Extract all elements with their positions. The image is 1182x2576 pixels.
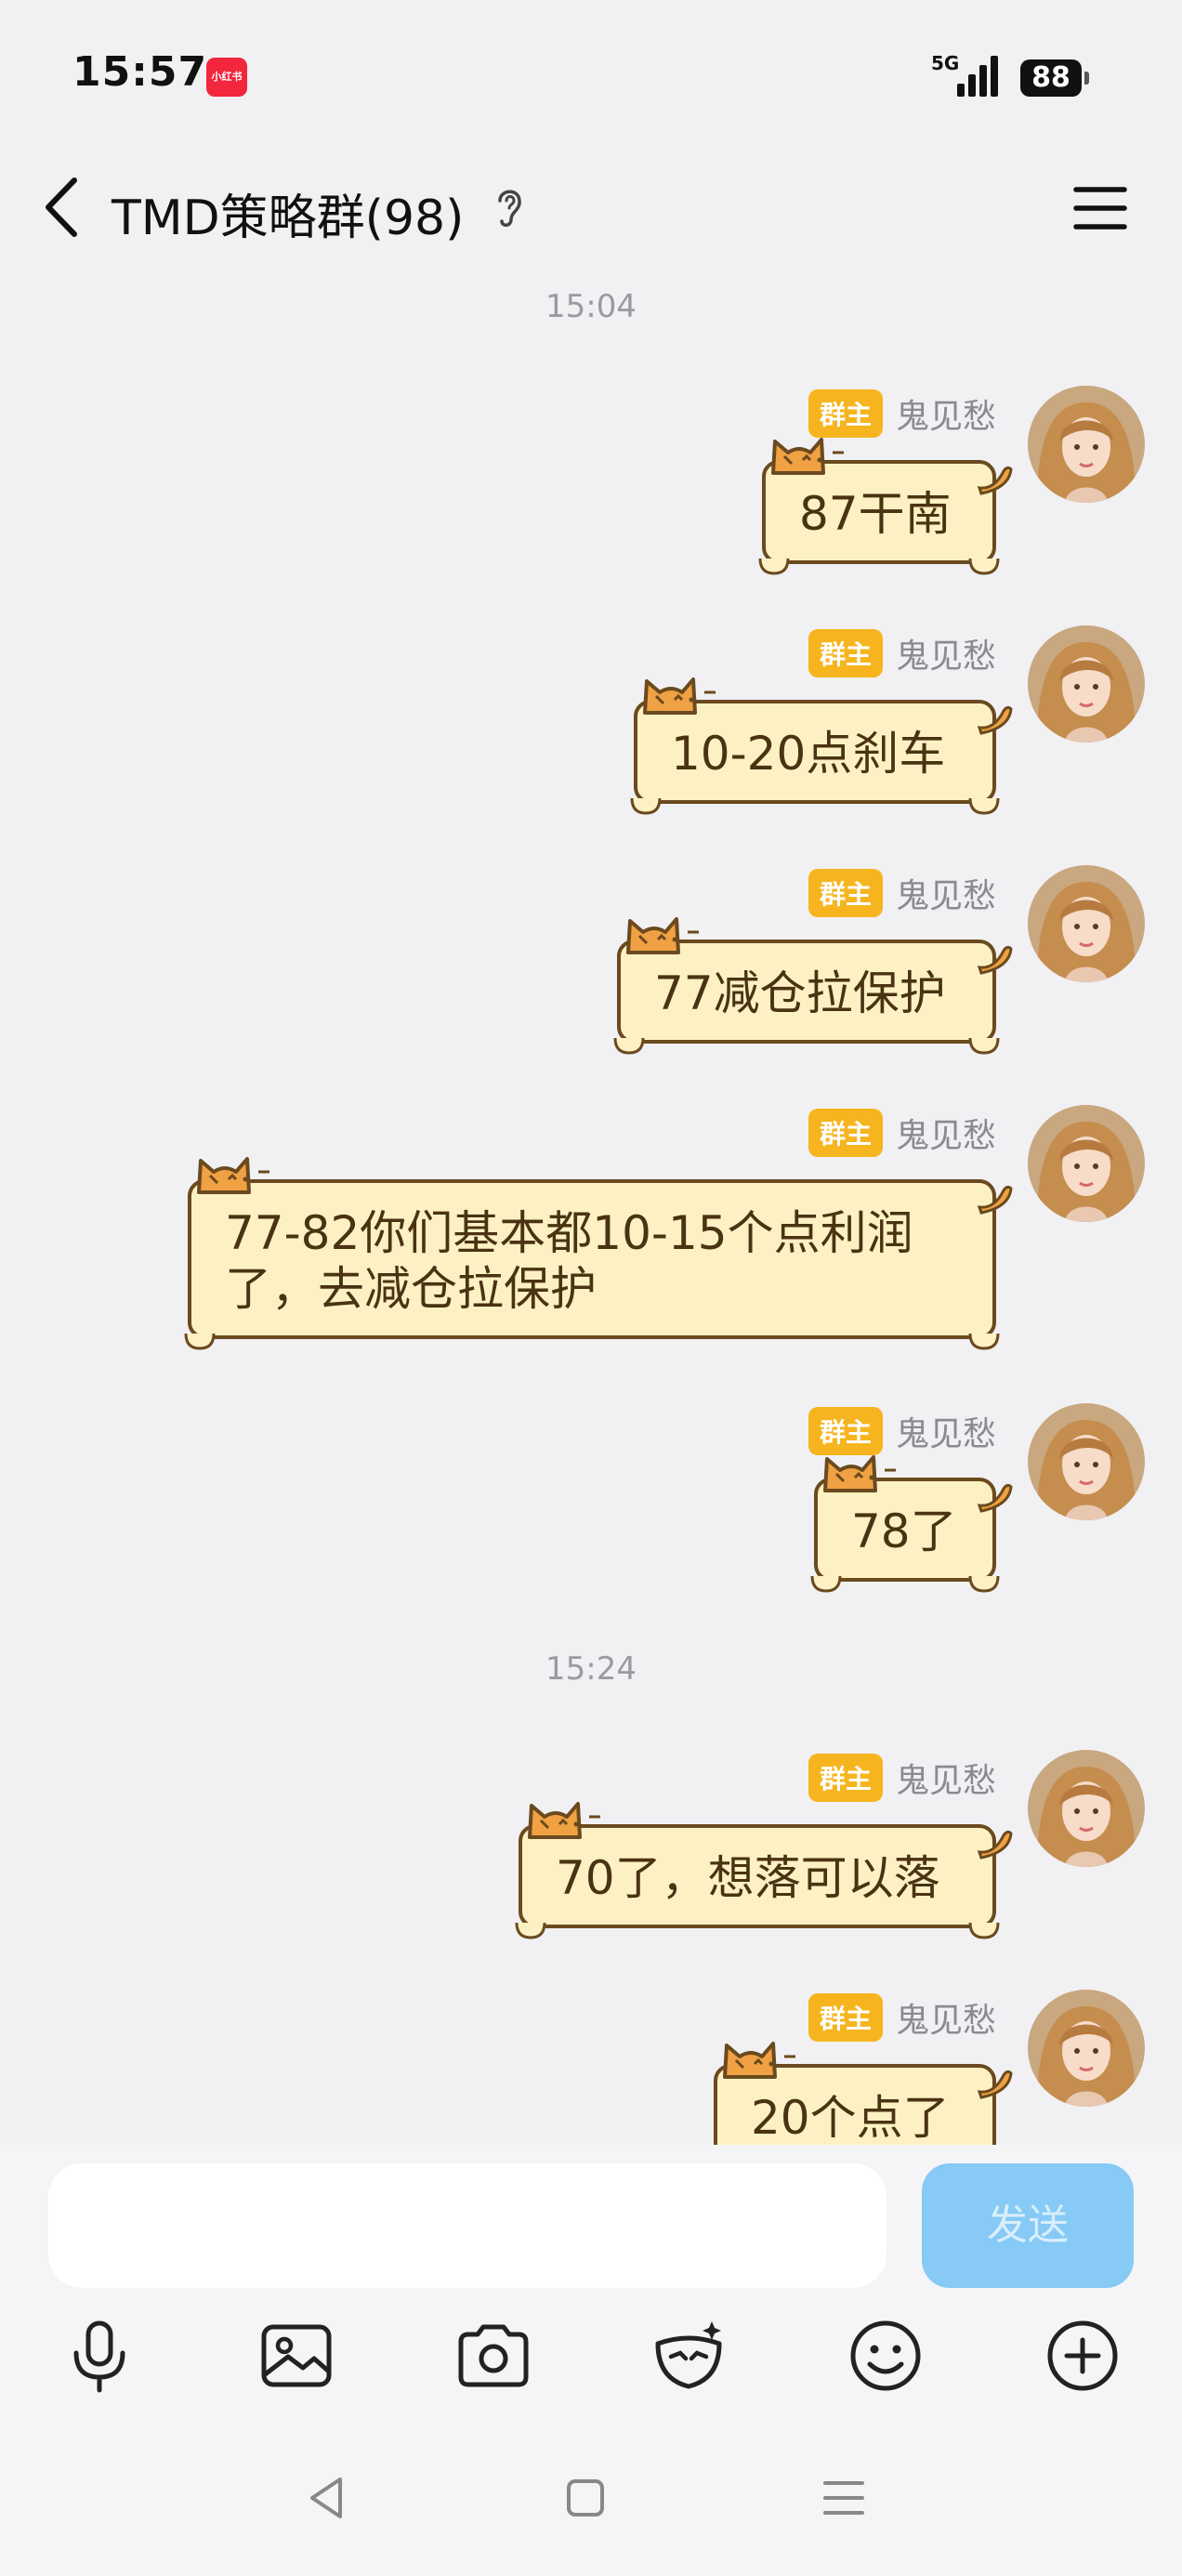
message-text: 78了 <box>851 1505 957 1558</box>
message-text: 87干南 <box>799 487 952 541</box>
network-type: 5G <box>931 52 960 74</box>
emoji-icon[interactable] <box>844 2314 927 2398</box>
message-meta: 群主 鬼见愁 <box>808 869 996 917</box>
cat-tail-icon <box>976 1179 1013 1216</box>
paw-icon <box>810 1572 842 1593</box>
paw-icon <box>758 555 790 575</box>
cat-tail-icon <box>976 700 1013 737</box>
cat-ears-icon <box>517 1789 628 1845</box>
sender-name: 鬼见愁 <box>895 398 996 436</box>
message-text: 70了，想落可以落 <box>556 1851 940 1905</box>
battery-icon: 88 <box>1020 59 1089 97</box>
cat-ears-icon <box>615 904 727 960</box>
paw-icon <box>613 1034 645 1055</box>
avatar[interactable] <box>1028 1403 1145 1520</box>
xiaohongshu-icon: 小红书 <box>206 58 247 97</box>
cat-ears-icon <box>812 1442 924 1498</box>
message-bubble[interactable]: 77-82你们基本都10-15个点利润 了，去减仓拉保护 <box>188 1179 996 1339</box>
image-icon[interactable] <box>255 2314 338 2398</box>
nav-recents-icon[interactable] <box>816 2470 872 2526</box>
cat-tail-icon <box>976 940 1013 977</box>
cat-tail-icon <box>976 2064 1013 2101</box>
message-bubble[interactable]: 10-20点刹车 <box>634 700 996 804</box>
cat-ears-icon <box>632 664 743 720</box>
back-icon[interactable] <box>37 175 93 240</box>
avatar[interactable] <box>1028 1750 1145 1867</box>
message-bubble[interactable]: 87干南 <box>762 460 996 564</box>
timestamp: 15:04 <box>545 288 637 325</box>
message-list[interactable]: 15:04 群主 鬼见愁 87干南 群主 鬼见愁 10-20点刹车 群主 鬼见愁… <box>0 279 1182 2145</box>
cat-tail-icon <box>976 1824 1013 1861</box>
paw-icon <box>968 1034 1000 1055</box>
paw-icon <box>968 795 1000 815</box>
cat-ears-icon <box>712 2029 823 2084</box>
chat-header: TMD策略群(98) <box>0 139 1182 279</box>
message-text: 10-20点刹车 <box>671 727 946 781</box>
message-meta: 群主 鬼见愁 <box>808 1993 996 2042</box>
message-input[interactable] <box>48 2163 886 2288</box>
cat-ears-icon <box>186 1144 297 1200</box>
cat-tail-icon <box>976 1478 1013 1515</box>
message-meta: 群主 鬼见愁 <box>808 1754 996 1802</box>
cat-ears-icon <box>760 425 872 480</box>
sender-name: 鬼见愁 <box>895 637 996 676</box>
signal-icon <box>957 52 1000 97</box>
owner-badge: 群主 <box>808 629 883 677</box>
plus-icon[interactable] <box>1041 2314 1124 2398</box>
sender-name: 鬼见愁 <box>895 877 996 915</box>
input-area: 发送 <box>0 2145 1182 2576</box>
paw-icon <box>184 1330 216 1350</box>
menu-icon[interactable] <box>1070 178 1130 238</box>
cat-tail-icon <box>976 460 1013 497</box>
paw-icon <box>968 1919 1000 1939</box>
paw-icon <box>630 795 662 815</box>
message-meta: 群主 鬼见愁 <box>808 1109 996 1157</box>
message-bubble[interactable]: 20个点了 <box>714 2064 996 2145</box>
ear-icon[interactable] <box>491 184 528 230</box>
paw-icon <box>968 1330 1000 1350</box>
sender-name: 鬼见愁 <box>895 2002 996 2040</box>
owner-badge: 群主 <box>808 1109 883 1157</box>
microphone-icon[interactable] <box>58 2314 141 2398</box>
message-meta: 群主 鬼见愁 <box>808 629 996 677</box>
owner-badge: 群主 <box>808 1754 883 1802</box>
paw-icon <box>515 1919 546 1939</box>
paw-icon <box>968 1572 1000 1593</box>
avatar[interactable] <box>1028 865 1145 982</box>
message-bubble[interactable]: 78了 <box>814 1478 996 1582</box>
timestamp: 15:24 <box>545 1650 637 1688</box>
avatar[interactable] <box>1028 1105 1145 1222</box>
message-text: 77减仓拉保护 <box>654 966 946 1020</box>
message-bubble[interactable]: 77减仓拉保护 <box>617 940 996 1044</box>
sender-name: 鬼见愁 <box>895 1117 996 1155</box>
message-text-line: 77-82你们基本都10-15个点利润 <box>225 1206 913 1260</box>
camera-icon[interactable] <box>452 2314 535 2398</box>
mask-sticker-icon[interactable] <box>647 2314 730 2398</box>
nav-home-icon[interactable] <box>558 2470 613 2526</box>
avatar[interactable] <box>1028 386 1145 503</box>
status-bar: 15:57 小红书 5G 88 <box>0 0 1182 139</box>
owner-badge: 群主 <box>808 869 883 917</box>
group-title: TMD策略群(98) <box>112 191 465 246</box>
status-time: 15:57 <box>72 48 208 96</box>
message-text-line: 了，去减仓拉保护 <box>225 1262 597 1316</box>
avatar[interactable] <box>1028 625 1145 743</box>
message-bubble[interactable]: 70了，想落可以落 <box>519 1824 996 1928</box>
avatar[interactable] <box>1028 1990 1145 2107</box>
send-button[interactable]: 发送 <box>922 2163 1134 2288</box>
nav-back-icon[interactable] <box>299 2470 355 2526</box>
sender-name: 鬼见愁 <box>895 1762 996 1800</box>
paw-icon <box>968 555 1000 575</box>
message-text: 20个点了 <box>751 2091 950 2145</box>
